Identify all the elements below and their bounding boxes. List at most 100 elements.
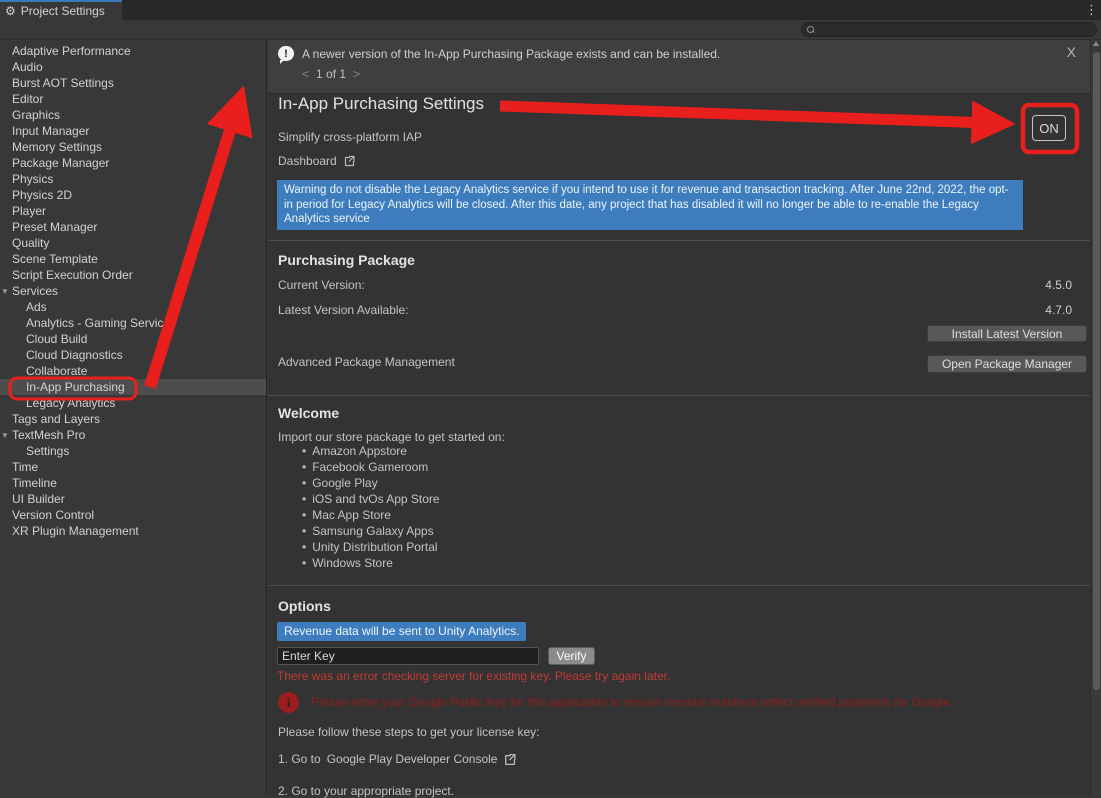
verify-button[interactable]: Verify (548, 647, 595, 665)
sidebar-item-label: Physics 2D (12, 188, 72, 202)
search-toolbar (0, 20, 1101, 40)
sidebar-item-label: Version Control (12, 508, 94, 522)
search-input[interactable] (801, 22, 1097, 37)
sidebar-item-label: Collaborate (26, 364, 87, 378)
sidebar-item[interactable]: ▼ Time (0, 459, 266, 475)
sidebar-item-label: XR Plugin Management (12, 524, 139, 538)
tab-project-settings[interactable]: ⚙ Project Settings (0, 0, 122, 20)
error-info-icon: i (278, 692, 299, 713)
iap-toggle-on-button[interactable]: ON (1032, 115, 1066, 141)
open-package-manager-button[interactable]: Open Package Manager (927, 355, 1087, 373)
sidebar-item-label: Time (12, 460, 38, 474)
expander-icon[interactable]: ▼ (1, 284, 9, 300)
scroll-up-icon[interactable] (1093, 41, 1099, 46)
google-play-console-link[interactable]: Google Play Developer Console (327, 752, 498, 766)
sidebar-item-label: Package Manager (12, 156, 109, 170)
sidebar-item[interactable]: ▼ Version Control (0, 507, 266, 523)
sidebar-item[interactable]: ▼ Services (0, 283, 266, 299)
banner-close-icon[interactable]: X (1067, 44, 1076, 60)
external-link-icon (503, 753, 516, 766)
section-divider (268, 395, 1090, 396)
banner-pager: < 1 of 1 > (302, 67, 360, 81)
kebab-menu-icon[interactable]: ⋮ (1085, 2, 1097, 17)
update-notification-banner: ! A newer version of the In-App Purchasi… (268, 40, 1090, 94)
server-error-text: There was an error checking server for e… (277, 669, 670, 683)
sidebar-item[interactable]: ▼ Tags and Layers (0, 411, 266, 427)
vertical-scrollbar[interactable] (1090, 40, 1101, 796)
scrollbar-thumb[interactable] (1093, 52, 1100, 690)
sidebar-item[interactable]: ▼ Preset Manager (0, 219, 266, 235)
pager-prev-icon[interactable]: < (302, 67, 309, 81)
sidebar-item[interactable]: ▼ Physics (0, 171, 266, 187)
sidebar-item[interactable]: ▼ Ads (0, 299, 266, 315)
sidebar-item[interactable]: ▼ XR Plugin Management (0, 523, 266, 539)
google-key-error-text: Please enter your Google Public Key for … (311, 695, 1071, 709)
section-divider (268, 240, 1090, 241)
sidebar-item[interactable]: ▼ Script Execution Order (0, 267, 266, 283)
step-1: 1. Go to Google Play Developer Console (278, 752, 516, 766)
sidebar-item[interactable]: ▼ Audio (0, 59, 266, 75)
sidebar-item[interactable]: ▼ Legacy Analytics (0, 395, 266, 411)
sidebar-item[interactable]: ▼ Editor (0, 91, 266, 107)
sidebar-item[interactable]: ▼ Adaptive Performance (0, 43, 266, 59)
store-list-item: iOS and tvOs App Store (302, 491, 440, 507)
sidebar-item-label: Memory Settings (12, 140, 102, 154)
sidebar-item[interactable]: ▼ Package Manager (0, 155, 266, 171)
sidebar-item-label: Legacy Analytics (26, 396, 115, 410)
sidebar-item[interactable]: ▼ UI Builder (0, 491, 266, 507)
legacy-analytics-warning: Warning do not disable the Legacy Analyt… (277, 180, 1023, 230)
sidebar-item-label: Script Execution Order (12, 268, 133, 282)
gear-icon: ⚙ (5, 5, 16, 17)
sidebar-item[interactable]: ▼ Graphics (0, 107, 266, 123)
sidebar-item-label: Timeline (12, 476, 57, 490)
sidebar-item[interactable]: ▼ Scene Template (0, 251, 266, 267)
page-title: In-App Purchasing Settings (278, 94, 484, 114)
sidebar-item-label: Preset Manager (12, 220, 97, 234)
dashboard-link-label: Dashboard (278, 154, 337, 168)
store-list-item: Mac App Store (302, 507, 440, 523)
sidebar-item[interactable]: ▼ Burst AOT Settings (0, 75, 266, 91)
sidebar-item-label: UI Builder (12, 492, 65, 506)
sidebar-item[interactable]: ▼ Input Manager (0, 123, 266, 139)
sidebar-item[interactable]: ▼ Memory Settings (0, 139, 266, 155)
sidebar-item[interactable]: ▼ TextMesh Pro (0, 427, 266, 443)
sidebar-item-label: Cloud Build (26, 332, 87, 346)
pager-next-icon[interactable]: > (353, 67, 360, 81)
sidebar-item-label: Ads (26, 300, 47, 314)
settings-sidebar: ▼ Adaptive Performance ▼ Audio ▼ Burst A… (0, 40, 267, 796)
search-icon (807, 26, 814, 33)
sidebar-item[interactable]: ▼ Player (0, 203, 266, 219)
sidebar-item[interactable]: ▼ In-App Purchasing (0, 379, 266, 395)
sidebar-item[interactable]: ▼ Cloud Diagnostics (0, 347, 266, 363)
sidebar-item-label: Editor (12, 92, 43, 106)
purchasing-package-heading: Purchasing Package (278, 252, 415, 268)
sidebar-item-label: Adaptive Performance (12, 44, 131, 58)
page-subtitle: Simplify cross-platform IAP (278, 130, 422, 144)
sidebar-item[interactable]: ▼ Collaborate (0, 363, 266, 379)
sidebar-item[interactable]: ▼ Analytics - Gaming Services (0, 315, 266, 331)
steps-intro: Please follow these steps to get your li… (278, 725, 539, 739)
dashboard-link[interactable]: Dashboard (278, 154, 355, 168)
pager-count: 1 of 1 (316, 67, 346, 81)
welcome-heading: Welcome (278, 405, 339, 421)
sidebar-item[interactable]: ▼ Settings (0, 443, 266, 459)
sidebar-item[interactable]: ▼ Cloud Build (0, 331, 266, 347)
revenue-note-badge: Revenue data will be sent to Unity Analy… (277, 622, 526, 641)
advanced-package-management-label: Advanced Package Management (278, 355, 455, 369)
install-latest-version-button[interactable]: Install Latest Version (927, 325, 1087, 342)
current-version-label: Current Version: (278, 278, 365, 292)
sidebar-item-label: Cloud Diagnostics (26, 348, 123, 362)
sidebar-item[interactable]: ▼ Physics 2D (0, 187, 266, 203)
store-list-item: Amazon Appstore (302, 443, 440, 459)
sidebar-item-label: Quality (12, 236, 49, 250)
expander-icon[interactable]: ▼ (1, 428, 9, 444)
sidebar-item[interactable]: ▼ Quality (0, 235, 266, 251)
latest-version-value: 4.7.0 (1045, 303, 1072, 317)
current-version-value: 4.5.0 (1045, 278, 1072, 292)
sidebar-item[interactable]: ▼ Timeline (0, 475, 266, 491)
store-list-item: Unity Distribution Portal (302, 539, 440, 555)
google-key-input[interactable] (277, 647, 539, 665)
sidebar-item-label: Graphics (12, 108, 60, 122)
sidebar-item-label: In-App Purchasing (26, 380, 125, 394)
main-panel: ! A newer version of the In-App Purchasi… (268, 40, 1090, 796)
